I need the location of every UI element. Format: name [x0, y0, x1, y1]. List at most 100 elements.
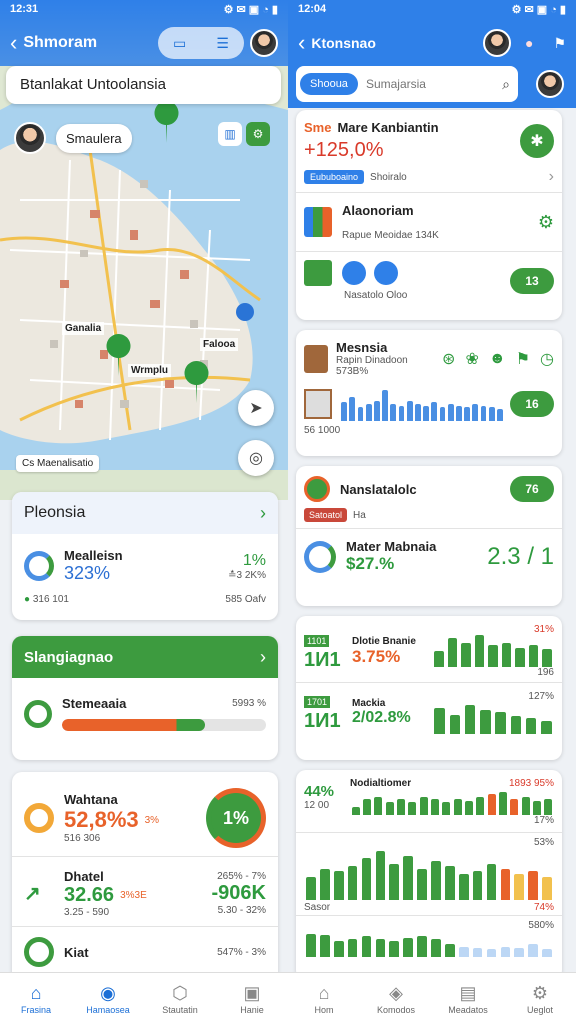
bar	[464, 705, 476, 734]
people-icon	[374, 261, 398, 285]
search-input[interactable]: Btanlakat Untoolansia	[6, 66, 281, 104]
nav-label: Hom	[314, 1004, 334, 1015]
nav-item-home[interactable]: ⌂ Frasina	[6, 983, 66, 1015]
row-right: 127%	[528, 691, 554, 702]
bar	[374, 400, 380, 421]
box-icon	[304, 344, 328, 373]
flag-icon[interactable]: ⚑	[553, 35, 566, 52]
bar	[347, 866, 358, 900]
card-title: Mesnsia	[336, 340, 388, 355]
metric-name: Mealleisn	[64, 548, 123, 563]
stats-card[interactable]: Wahtana 52,8%3 3% 516 306 1% ↗ Dhatel 32.…	[12, 772, 278, 992]
bar	[465, 800, 473, 815]
analytics-card[interactable]: 44% 12 00 Nodialtiomer 1893 95% 17% 53% …	[296, 770, 562, 980]
bottom-nav: ⌂ Frasina ◉ Hamaosea ⬡ Stautatin ▣ Hanie	[0, 972, 288, 1024]
usage-card[interactable]: Mesnsia Rapin Dinadoon 573B% ⊛ ❀ ☻ ⚑ ◷ 1…	[296, 330, 562, 456]
bar	[406, 400, 413, 421]
coin-icon: ●	[24, 594, 31, 605]
status-icons: ⚙ ✉ ▣ ◔ ▮	[511, 3, 566, 16]
nav-label: Hamaosea	[86, 1004, 130, 1015]
map-label: Falooa	[200, 338, 239, 351]
action-pill[interactable]: 16	[510, 391, 554, 417]
filter-icon[interactable]: ⚙	[246, 122, 270, 146]
layers-icon[interactable]: ▥	[218, 122, 242, 146]
metric-badge: 3%3E	[120, 890, 147, 901]
card-right-sub: 17%	[533, 815, 554, 826]
metric-right-big: -906K	[211, 882, 266, 904]
nav-item-stats[interactable]: ▤ Meadatos	[438, 983, 498, 1015]
status-bar: 12:31 ⚙ ✉ ▣ ◔ ▮	[0, 0, 288, 18]
top-bar: ‹ Shmoram ▭ ☰	[0, 18, 288, 68]
search-chip[interactable]: Shooua	[300, 73, 358, 95]
avatar[interactable]	[482, 29, 511, 57]
card-title: Nodialtiomer	[350, 778, 412, 789]
gift-icon[interactable]: ⊛	[442, 349, 455, 369]
bar	[461, 643, 471, 667]
bar	[458, 946, 469, 957]
progress-track	[62, 719, 266, 731]
settings-icon[interactable]: ⚙	[538, 212, 554, 233]
revenue-card[interactable]: Sme Mare Kanbiantin +125,0% ✱ Eububoaino S…	[296, 110, 562, 320]
nav-label: Ueglot	[526, 1004, 553, 1015]
locate-button[interactable]: ◎	[238, 440, 274, 476]
bar	[398, 405, 405, 421]
action-pill[interactable]: 76	[510, 476, 554, 502]
row-right-sub: 196	[537, 667, 554, 678]
nav-item-home[interactable]: ⌂ Hom	[294, 983, 354, 1015]
bars-card[interactable]: 1101 1И1 Dlotie Bnanie 3.75% 31% 196 170…	[296, 616, 562, 760]
nav-item-profile[interactable]: ▣ Hanie	[222, 983, 282, 1015]
metric-value: 323%	[64, 563, 111, 583]
chat-icon[interactable]: ▭	[173, 35, 186, 52]
metric-pct: 1%	[242, 551, 266, 569]
bar	[542, 876, 552, 900]
bar	[382, 390, 388, 421]
bar	[525, 718, 537, 734]
search-icon[interactable]: ⌕	[502, 76, 510, 93]
bar	[375, 850, 386, 900]
ratio-card[interactable]: Nanslatalolc 76 Satoatol Ha Mater Mabnai…	[296, 466, 562, 606]
clock-icon[interactable]: ◷	[540, 349, 554, 369]
avatar[interactable]	[250, 29, 278, 57]
trend-icon: ↗	[24, 883, 41, 905]
page-title: Ktonsnao	[311, 35, 376, 51]
avatar[interactable]	[536, 70, 564, 98]
summary-card[interactable]: Pleonsia › Mealleisn 323% 1% ≛3 2K% ● 31…	[12, 492, 278, 620]
chevron-left-icon[interactable]: ‹	[10, 30, 17, 56]
bar	[306, 933, 316, 957]
action-pill[interactable]: 13	[510, 267, 554, 294]
badge-icon	[304, 476, 330, 502]
nav-item-stats[interactable]: ⬡ Stautatin	[150, 983, 210, 1015]
map-user-chip[interactable]: Smaulera	[14, 122, 132, 154]
person-icon[interactable]: ☻	[489, 350, 506, 368]
progress-card[interactable]: Slangiagnao › Stemeaaia 5993 %	[12, 636, 278, 760]
nav-item-settings[interactable]: ⚙ Ueglot	[510, 983, 570, 1015]
building-icon	[304, 207, 332, 237]
leaf-icon[interactable]: ❀	[465, 349, 478, 369]
nav-item-map[interactable]: ◉ Hamaosea	[78, 983, 138, 1015]
card-right2: 53%	[533, 837, 554, 848]
bar	[439, 407, 446, 421]
card-title: Mare Kanbiantin	[337, 120, 439, 135]
search-bar[interactable]: Shooua ⌕	[296, 66, 518, 102]
bar	[510, 799, 519, 815]
flag-icon[interactable]: ⚑	[516, 349, 530, 369]
chevron-right-icon[interactable]: ›	[549, 168, 554, 186]
list-icon[interactable]: ☰	[216, 35, 229, 52]
bar	[472, 871, 483, 900]
bar	[361, 858, 372, 900]
badge: 1101	[304, 634, 330, 647]
chevron-left-icon[interactable]: ‹	[298, 30, 305, 56]
search-input[interactable]	[365, 77, 503, 91]
bar	[500, 946, 511, 957]
bar	[365, 404, 372, 421]
chevron-right-icon[interactable]: ›	[260, 503, 266, 524]
badge: 1701	[304, 696, 331, 708]
nav-item-explore[interactable]: ◈ Komodos	[366, 983, 426, 1015]
top-bar: ‹ Ktonsnao ● ⚑	[288, 18, 576, 68]
map-label: Wrmplu	[128, 364, 172, 377]
badge-sub: Ha	[353, 509, 366, 521]
chevron-right-icon[interactable]: ›	[260, 647, 266, 668]
navigate-button[interactable]: ➤	[238, 390, 274, 426]
refresh-icon[interactable]: ✱	[520, 124, 554, 158]
notification-icon[interactable]: ●	[525, 35, 533, 51]
